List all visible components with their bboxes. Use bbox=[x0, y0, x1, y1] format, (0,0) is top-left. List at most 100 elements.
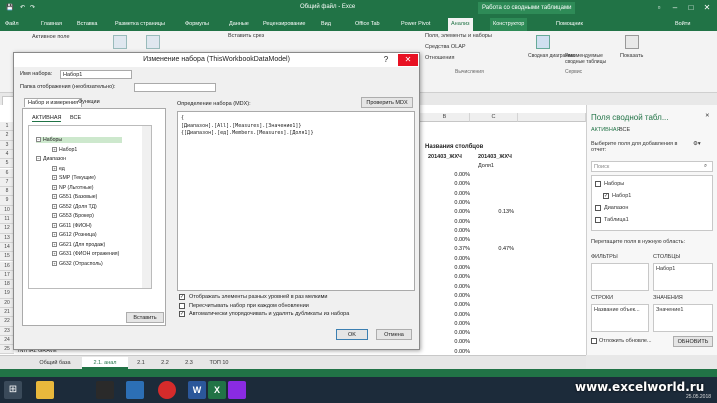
pivot-search-box[interactable]: Поиск ⌕ bbox=[591, 161, 713, 172]
tab-power-pivot[interactable]: Power Pivot bbox=[398, 18, 433, 31]
cell-value-b[interactable]: 0.00% bbox=[426, 172, 470, 178]
cell-value-c[interactable]: 0.47% bbox=[470, 246, 514, 252]
cell-value-b[interactable]: 0.00% bbox=[426, 256, 470, 262]
row-header[interactable]: 9 bbox=[0, 196, 14, 206]
tab-tell-me[interactable]: Помощник bbox=[553, 18, 586, 31]
tab-sets-dimensions[interactable]: Набор и измерения bbox=[24, 98, 83, 107]
expand-icon[interactable]: + bbox=[52, 251, 57, 257]
save-icon[interactable]: 💾 bbox=[6, 4, 13, 11]
row-header[interactable]: 10 bbox=[0, 205, 14, 215]
cell-value-b[interactable]: 0.00% bbox=[426, 219, 470, 225]
expand-icon[interactable]: + bbox=[52, 222, 57, 228]
tree-item[interactable]: + NP (Льготные) bbox=[52, 185, 94, 191]
pivot-tab-active[interactable]: АКТИВНАЯ bbox=[591, 127, 620, 133]
pivot-tab-all[interactable]: ВСЕ bbox=[619, 127, 630, 133]
drill-down-icon[interactable] bbox=[113, 35, 127, 49]
cell-value-b[interactable]: 0.00% bbox=[426, 321, 470, 327]
sheet-tab[interactable]: 2.1. анал bbox=[82, 357, 128, 369]
rows-item[interactable]: Название объек... bbox=[594, 307, 640, 313]
tab-data[interactable]: Данные bbox=[226, 18, 252, 31]
row-header[interactable]: 8 bbox=[0, 187, 14, 197]
row-header[interactable]: 6 bbox=[0, 168, 14, 178]
mdx-editor[interactable] bbox=[177, 111, 415, 291]
row-header[interactable]: 13 bbox=[0, 233, 14, 243]
option-checkbox[interactable] bbox=[179, 302, 185, 309]
tree-item[interactable]: + G611 (ФИОН) bbox=[52, 223, 92, 229]
row-header[interactable]: 5 bbox=[0, 159, 14, 169]
insert-button[interactable]: Вставить bbox=[126, 312, 164, 323]
opera-icon[interactable] bbox=[158, 381, 176, 399]
row-header[interactable]: 16 bbox=[0, 261, 14, 271]
tree-item[interactable]: + G553 (Брокер) bbox=[52, 213, 94, 219]
help-icon[interactable]: ? bbox=[376, 54, 396, 66]
cell-value-b[interactable]: 0.00% bbox=[426, 312, 470, 318]
cell-value-b[interactable]: 0.00% bbox=[426, 237, 470, 243]
tree-item[interactable]: + G551 (Базовые) bbox=[52, 194, 97, 200]
option-checkbox[interactable]: ✓ bbox=[179, 294, 185, 300]
explorer-icon[interactable] bbox=[36, 381, 54, 399]
tab-view[interactable]: Вид bbox=[318, 18, 334, 31]
row-header[interactable]: 18 bbox=[0, 280, 14, 290]
row-header[interactable]: 1 bbox=[0, 122, 14, 132]
columns-item[interactable]: Набор1 bbox=[656, 266, 675, 272]
pivot-field-checkbox[interactable] bbox=[595, 205, 601, 211]
show-button[interactable]: Показать bbox=[620, 53, 643, 59]
expand-icon[interactable]: + bbox=[52, 194, 57, 200]
subtab-active[interactable]: АКТИВНАЯ bbox=[32, 115, 62, 122]
row-header[interactable]: 3 bbox=[0, 140, 14, 150]
cell-value-b[interactable]: 0.00% bbox=[426, 200, 470, 206]
ribbon-options-icon[interactable]: ▫ bbox=[652, 2, 666, 13]
tab-page-layout[interactable]: Разметка страницы bbox=[112, 18, 168, 31]
row-header[interactable]: 20 bbox=[0, 298, 14, 308]
option-checkbox[interactable]: ✓ bbox=[179, 311, 185, 317]
expand-icon[interactable]: + bbox=[52, 241, 57, 247]
sheet-tab[interactable]: ТОП 10 bbox=[202, 357, 236, 369]
fields-items-sets-button[interactable]: Поля, элементы и наборы bbox=[425, 33, 492, 39]
column-header-c[interactable]: C bbox=[470, 113, 518, 122]
tree-scrollbar[interactable] bbox=[142, 126, 151, 288]
excel-icon[interactable]: X bbox=[208, 381, 226, 399]
cell-value-b[interactable]: 0.37% bbox=[426, 246, 470, 252]
row-header[interactable]: 25 bbox=[0, 345, 14, 355]
tree-item[interactable]: + G621 (Для продаж) bbox=[52, 242, 105, 248]
defer-update-checkbox[interactable] bbox=[591, 338, 597, 344]
tree-item[interactable]: + Набор1 bbox=[52, 147, 77, 153]
dialog-close-icon[interactable]: ✕ bbox=[398, 54, 418, 66]
row-header[interactable]: 19 bbox=[0, 289, 14, 299]
validate-mdx-button[interactable]: Проверить MDX bbox=[361, 97, 413, 108]
update-button[interactable]: ОБНОВИТЬ bbox=[673, 336, 713, 347]
app-purple-icon[interactable] bbox=[228, 381, 246, 399]
filters-area[interactable] bbox=[591, 263, 649, 291]
cell-value-b[interactable]: 0.00% bbox=[426, 330, 470, 336]
olap-tools-button[interactable]: Средства OLAP bbox=[425, 44, 466, 50]
undo-icon[interactable]: ↶ bbox=[20, 4, 25, 11]
row-header[interactable]: 21 bbox=[0, 308, 14, 318]
pivot-field-checkbox[interactable]: ✓ bbox=[603, 193, 609, 199]
cell-value-b[interactable]: 0.00% bbox=[426, 228, 470, 234]
column-header-d[interactable] bbox=[518, 113, 586, 122]
expand-icon[interactable]: + bbox=[52, 213, 57, 219]
cell-value-b[interactable]: 0.00% bbox=[426, 265, 470, 271]
sign-in-link[interactable]: Войти bbox=[672, 18, 693, 31]
start-icon[interactable]: ⊞ bbox=[4, 381, 22, 399]
pivot-pane-close-icon[interactable]: ✕ bbox=[705, 113, 710, 119]
cell-value-b[interactable]: 0.00% bbox=[426, 293, 470, 299]
tree-item[interactable]: + G631 (ФИОН отражения) bbox=[52, 251, 119, 257]
row-header[interactable]: 12 bbox=[0, 224, 14, 234]
set-name-input[interactable]: Набор1 bbox=[60, 70, 132, 79]
rows-area[interactable]: Название объек... bbox=[591, 304, 649, 332]
tab-design[interactable]: Конструктор bbox=[490, 18, 528, 31]
row-header[interactable]: 22 bbox=[0, 317, 14, 327]
cell-value-b[interactable]: 0.00% bbox=[426, 181, 470, 187]
word-icon[interactable]: W bbox=[188, 381, 206, 399]
expand-icon[interactable]: + bbox=[52, 165, 57, 171]
tree-item[interactable]: + G632 (Отрасполь) bbox=[52, 261, 103, 267]
row-header[interactable]: 4 bbox=[0, 149, 14, 160]
cell-value-c[interactable]: 0.13% bbox=[470, 209, 514, 215]
row-header[interactable]: 14 bbox=[0, 242, 14, 253]
cell-value-b[interactable]: 0.00% bbox=[426, 274, 470, 280]
pivot-field-checkbox[interactable] bbox=[595, 217, 601, 223]
tree-item[interactable]: + ед bbox=[52, 166, 65, 172]
sheet-tab[interactable]: 2.2 bbox=[154, 357, 176, 369]
cell-value-b[interactable]: 0.00% bbox=[426, 302, 470, 308]
